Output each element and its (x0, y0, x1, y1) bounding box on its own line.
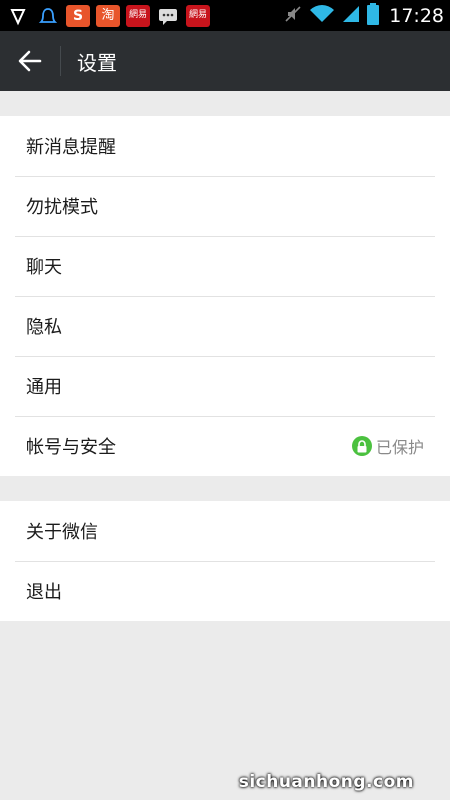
item-label: 勿扰模式 (26, 197, 98, 218)
system-icons: 17:28 (283, 2, 444, 29)
lock-icon (351, 436, 372, 456)
shield-icon (6, 5, 30, 27)
general-item[interactable]: 通用 (0, 356, 450, 416)
chat-item[interactable]: 聊天 (0, 236, 450, 296)
netease-icon: 網易 (126, 4, 150, 27)
s-app-icon: S (66, 4, 90, 27)
item-label: 退出 (26, 582, 62, 603)
about-wechat-item[interactable]: 关于微信 (0, 501, 450, 561)
settings-group-secondary: 关于微信 退出 (0, 501, 450, 621)
item-label: 帐号与安全 (26, 437, 116, 458)
back-button[interactable] (0, 31, 60, 91)
protected-badge: 已保护 (351, 434, 424, 458)
taobao-icon: 淘 (96, 4, 120, 27)
status-bar: S 淘 網易 網易 17:28 (0, 0, 450, 31)
settings-group-main: 新消息提醒 勿扰模式 聊天 隐私 通用 帐号与安全 已保护 (0, 116, 450, 476)
item-label: 新消息提醒 (26, 137, 116, 158)
battery-icon (367, 2, 380, 29)
protected-text: 已保护 (375, 438, 424, 457)
app-header: 设置 (0, 31, 450, 91)
back-arrow-icon (18, 50, 42, 72)
qq-icon (36, 5, 60, 27)
new-message-notification-item[interactable]: 新消息提醒 (0, 116, 450, 176)
watermark: sichuanhong.com (238, 772, 414, 792)
item-label: 隐私 (26, 317, 62, 338)
account-security-item[interactable]: 帐号与安全 已保护 (0, 416, 450, 476)
page-title: 设置 (77, 50, 117, 75)
do-not-disturb-item[interactable]: 勿扰模式 (0, 176, 450, 236)
privacy-item[interactable]: 隐私 (0, 296, 450, 356)
item-label: 聊天 (26, 257, 62, 278)
signal-icon (341, 4, 361, 28)
logout-item[interactable]: 退出 (0, 561, 450, 621)
notification-icons: S 淘 網易 網易 (6, 4, 210, 27)
mute-icon (283, 4, 303, 28)
item-label: 通用 (26, 377, 62, 398)
wifi-icon (309, 4, 335, 28)
item-label: 关于微信 (26, 522, 98, 543)
netease-icon-2: 網易 (186, 4, 210, 27)
clock: 17:28 (389, 4, 444, 27)
message-icon (156, 5, 180, 27)
